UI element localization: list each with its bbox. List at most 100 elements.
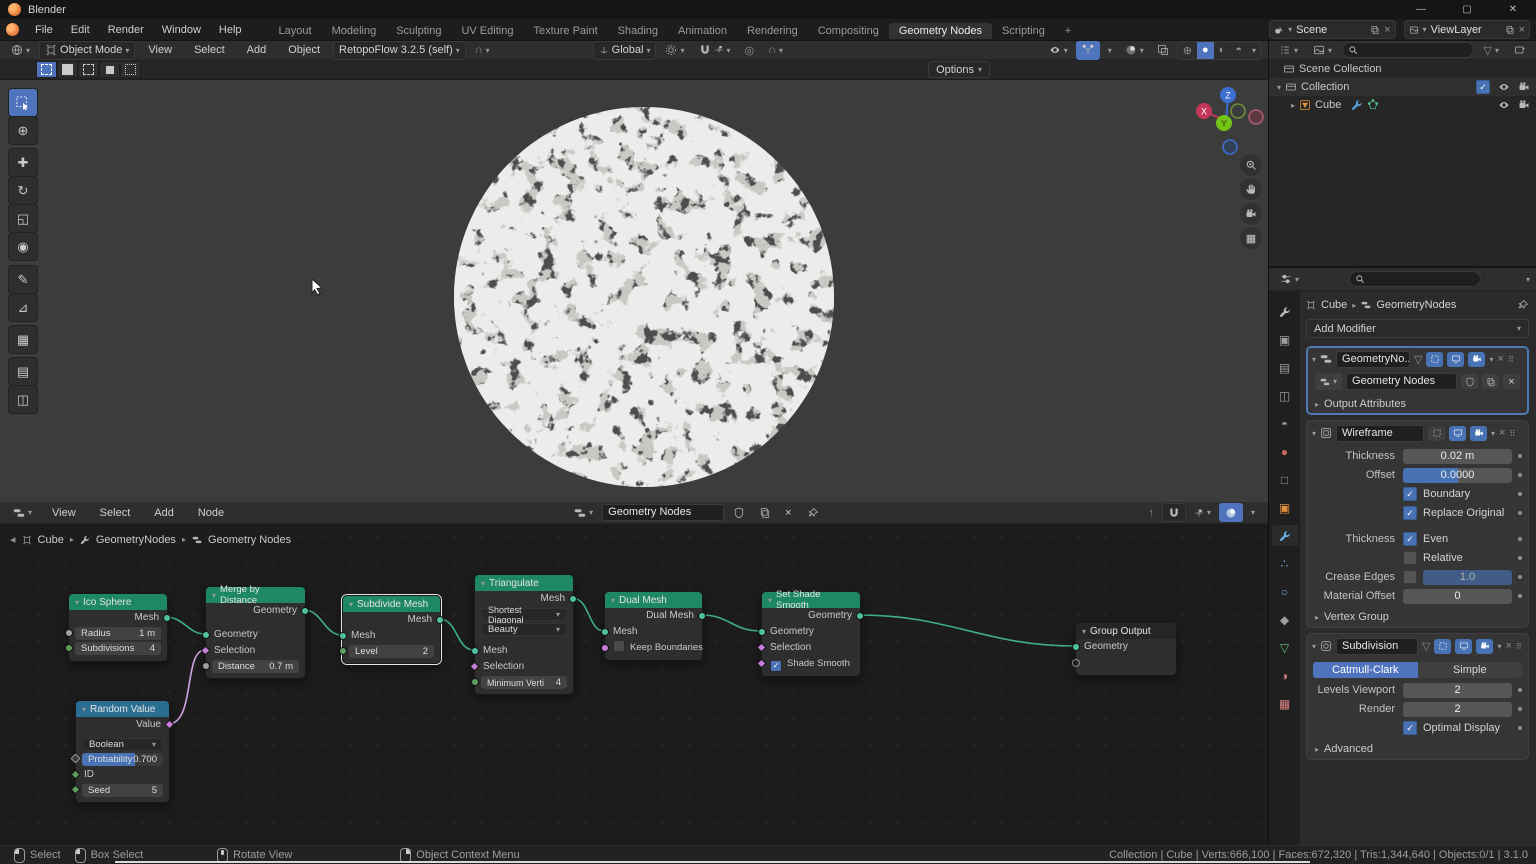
edit-mode-toggle[interactable]: [1426, 351, 1444, 367]
subdivisions-field[interactable]: Subdivisions 4: [75, 642, 161, 655]
output-attributes-section[interactable]: ▸ Output Attributes: [1307, 394, 1528, 414]
shading-wireframe-button[interactable]: ⊕: [1178, 42, 1197, 59]
realtime-toggle[interactable]: [1449, 425, 1467, 441]
material-offset-field[interactable]: 0: [1403, 588, 1512, 604]
shade-smooth-checkbox[interactable]: ✓: [770, 660, 782, 672]
output-socket-mesh[interactable]: [569, 595, 577, 603]
snapping-toggle[interactable]: ▾: [694, 42, 736, 59]
input-socket-virtual[interactable]: [1072, 659, 1080, 667]
workspace-tab-uv-editing[interactable]: UV Editing: [451, 23, 523, 39]
cursor-tool[interactable]: ⊕: [8, 116, 38, 145]
viewport-menu-add[interactable]: Add: [238, 44, 276, 56]
collapse-icon[interactable]: ▾: [1312, 642, 1316, 651]
unlink-icon[interactable]: ×: [1384, 24, 1390, 36]
input-socket-radius[interactable]: [65, 629, 73, 637]
scale-tool[interactable]: ◱: [8, 204, 38, 233]
node-menu-view[interactable]: View: [43, 507, 85, 519]
extrude-tool[interactable]: ▤: [8, 357, 38, 386]
node-group-output[interactable]: ▾ Group Output Geometry: [1072, 622, 1177, 676]
breadcrumb-node-tree[interactable]: Geometry Nodes: [208, 534, 291, 546]
optimal-display-checkbox[interactable]: ✓: [1403, 721, 1417, 735]
close-button[interactable]: ✕: [1490, 0, 1536, 19]
input-socket-shade-smooth[interactable]: [756, 658, 767, 669]
drag-handle-icon[interactable]: ⠿: [1509, 429, 1515, 438]
vertex-group-section[interactable]: ▸ Vertex Group: [1307, 607, 1528, 627]
tab-particles[interactable]: ∴: [1272, 553, 1298, 574]
curve-falloff-dropdown[interactable]: ∩ ▾: [470, 42, 495, 59]
workspace-tab-compositing[interactable]: Compositing: [808, 23, 889, 39]
mode-selector[interactable]: Object Mode ▾: [39, 40, 136, 60]
hide-eye-icon[interactable]: [1498, 99, 1510, 111]
tab-render[interactable]: ▣: [1272, 329, 1298, 350]
select-mode-intersect[interactable]: [120, 61, 141, 78]
viewport-menu-select[interactable]: Select: [185, 44, 234, 56]
menu-render[interactable]: Render: [99, 24, 153, 36]
input-socket-subdivisions[interactable]: [65, 644, 73, 652]
expand-icon[interactable]: ▸: [1291, 101, 1295, 110]
input-socket-mesh[interactable]: [601, 628, 609, 636]
input-socket-seed[interactable]: [70, 784, 81, 795]
even-checkbox[interactable]: ✓: [1403, 532, 1417, 546]
simple-button[interactable]: Simple: [1417, 662, 1522, 678]
edit-mode-toggle[interactable]: [1434, 638, 1452, 654]
show-gizmo-dropdown[interactable]: ▾: [1044, 42, 1073, 59]
snap-pivot-dropdown[interactable]: ▾: [660, 42, 689, 59]
output-socket-geometry[interactable]: [856, 612, 864, 620]
hide-eye-icon[interactable]: [1498, 81, 1510, 93]
orthographic-toggle-button[interactable]: ▦: [1240, 227, 1262, 249]
node-overlays-toggle[interactable]: [1218, 503, 1243, 522]
pin-icon[interactable]: [1517, 299, 1529, 311]
unlink-node-group-button[interactable]: ×: [1503, 374, 1520, 389]
funnel-icon[interactable]: ▽: [1414, 353, 1422, 366]
node-snap-target-dropdown[interactable]: ▾: [1189, 504, 1216, 521]
tab-scene[interactable]: ◓: [1272, 413, 1298, 434]
node-menu-add[interactable]: Add: [145, 507, 183, 519]
select-mode-set[interactable]: [36, 61, 57, 78]
keep-boundaries-checkbox[interactable]: [613, 640, 625, 652]
gizmos-toggle[interactable]: [1075, 40, 1100, 60]
drag-handle-icon[interactable]: ⠿: [1516, 642, 1522, 651]
workspace-tab-shading[interactable]: Shading: [608, 23, 668, 39]
tab-output[interactable]: ▤: [1272, 357, 1298, 378]
input-socket-selection[interactable]: [200, 645, 211, 656]
workspace-tab-geometry-nodes[interactable]: Geometry Nodes: [888, 23, 993, 39]
collapse-icon[interactable]: ▾: [481, 579, 485, 588]
properties-editor-type-selector[interactable]: ▾: [1275, 271, 1304, 288]
tab-texture[interactable]: ▦: [1272, 693, 1298, 714]
node-set-shade-smooth[interactable]: ▾ Set Shade Smooth Geometry Geometry Sele…: [756, 589, 864, 677]
delete-modifier-icon[interactable]: ×: [1498, 353, 1504, 365]
transform-tool[interactable]: ◉: [8, 232, 38, 261]
gizmo-dropdown[interactable]: ▾: [1103, 42, 1117, 59]
editor-type-selector[interactable]: ▾: [6, 42, 35, 59]
animate-dot[interactable]: [1518, 688, 1522, 692]
minimum-vertices-field[interactable]: Minimum Verti 4: [481, 676, 567, 689]
outliner-search-input[interactable]: [1342, 42, 1474, 58]
maximize-button[interactable]: ▢: [1444, 0, 1490, 19]
menu-window[interactable]: Window: [153, 24, 210, 36]
menu-edit[interactable]: Edit: [62, 24, 99, 36]
menu-help[interactable]: Help: [210, 24, 251, 36]
scene-selector[interactable]: ▾ Scene ×: [1269, 20, 1396, 39]
crease-edges-checkbox[interactable]: [1403, 570, 1417, 584]
level-field[interactable]: Level 2: [349, 645, 434, 658]
unlink-node-tree-button[interactable]: ×: [780, 504, 796, 521]
outliner-scene-dropdown[interactable]: ▾: [1308, 42, 1337, 59]
tree-type-selector[interactable]: ▾: [569, 504, 598, 521]
probability-slider[interactable]: Probability 0.700: [82, 753, 163, 766]
blender-menu-icon[interactable]: [6, 23, 19, 36]
menu-file[interactable]: File: [26, 24, 62, 36]
input-socket-geometry[interactable]: [1072, 643, 1080, 651]
select-box-tool[interactable]: [8, 88, 38, 117]
input-socket-mesh[interactable]: [471, 647, 479, 655]
node-group-name-field[interactable]: Geometry Nodes: [1346, 373, 1457, 390]
fake-user-button[interactable]: [728, 504, 750, 521]
chevron-down-icon[interactable]: ▾: [1526, 275, 1530, 284]
output-socket-mesh[interactable]: [436, 616, 444, 624]
voronoi-sphere-object[interactable]: [444, 97, 844, 497]
animate-dot[interactable]: [1518, 492, 1522, 496]
pin-icon[interactable]: [807, 507, 819, 519]
copy-node-group-button[interactable]: [1482, 374, 1499, 389]
input-socket-geometry[interactable]: [202, 631, 210, 639]
tab-view-layer[interactable]: ◫: [1272, 385, 1298, 406]
transform-orientation-selector[interactable]: Global ▾: [592, 40, 657, 60]
